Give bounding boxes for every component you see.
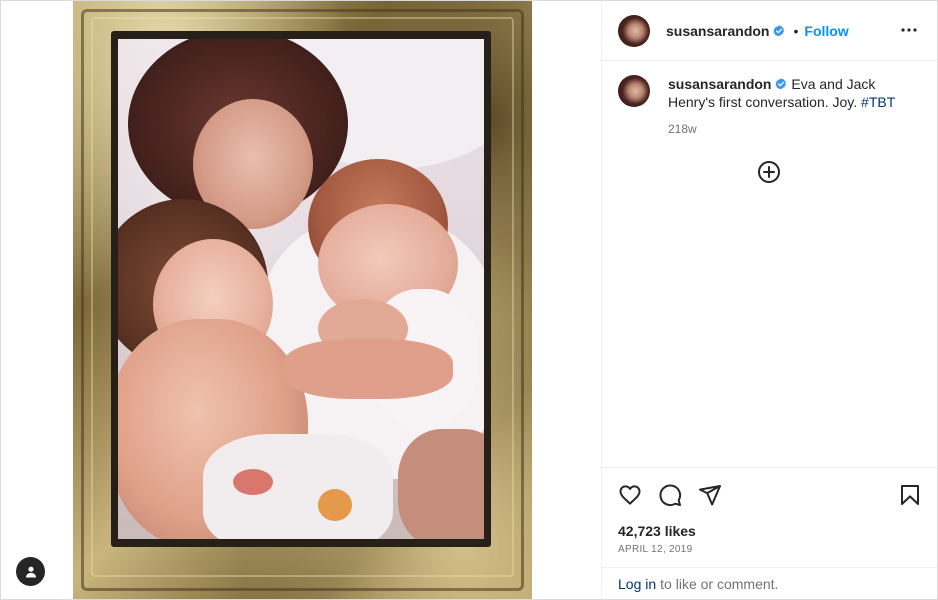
post-sidebar: susansarandon • Follow susansarandon Eva…: [601, 1, 938, 599]
diaper-fruit-print: [233, 469, 273, 495]
verified-badge-icon: [773, 24, 785, 36]
instagram-post: susansarandon • Follow susansarandon Eva…: [0, 0, 938, 600]
caption-avatar[interactable]: [618, 75, 650, 107]
likes-count[interactable]: 42,723 likes: [618, 523, 696, 539]
caption-body: susansarandon Eva and Jack Henry's first…: [668, 75, 922, 138]
paper-plane-icon[interactable]: [698, 483, 722, 507]
hashtag-link[interactable]: #TBT: [861, 94, 895, 110]
login-link[interactable]: Log in: [618, 576, 656, 592]
profile-button[interactable]: [16, 557, 45, 586]
caption-username[interactable]: susansarandon: [668, 76, 771, 92]
post-caption: susansarandon Eva and Jack Henry's first…: [618, 75, 922, 138]
post-photo[interactable]: [73, 1, 532, 599]
post-header: susansarandon • Follow: [602, 1, 938, 61]
verified-badge-icon: [775, 78, 787, 90]
bookmark-icon[interactable]: [898, 483, 922, 507]
login-prompt-text: to like or comment.: [660, 575, 779, 592]
separator-dot: •: [793, 22, 799, 39]
family-photograph: [118, 39, 484, 539]
toddler-diaper: [203, 434, 393, 539]
toddler-arm: [283, 339, 453, 399]
avatar[interactable]: [618, 14, 650, 47]
user-icon: [25, 566, 36, 577]
more-options-icon[interactable]: [900, 23, 918, 37]
plus-circle-icon[interactable]: [757, 160, 781, 184]
heart-icon[interactable]: [618, 483, 642, 507]
mother-arm: [398, 429, 484, 539]
login-prompt: Log in to like or comment.: [602, 567, 938, 599]
post-actions: 42,723 likes APRIL 12, 2019: [602, 467, 938, 567]
comment-icon[interactable]: [658, 483, 682, 507]
author-username[interactable]: susansarandon: [666, 23, 769, 39]
follow-button[interactable]: Follow: [804, 23, 848, 39]
diaper-orange-print: [318, 489, 352, 521]
post-time-ago[interactable]: 218w: [668, 120, 922, 138]
post-media: [2, 1, 601, 599]
post-date[interactable]: APRIL 12, 2019: [618, 544, 692, 555]
